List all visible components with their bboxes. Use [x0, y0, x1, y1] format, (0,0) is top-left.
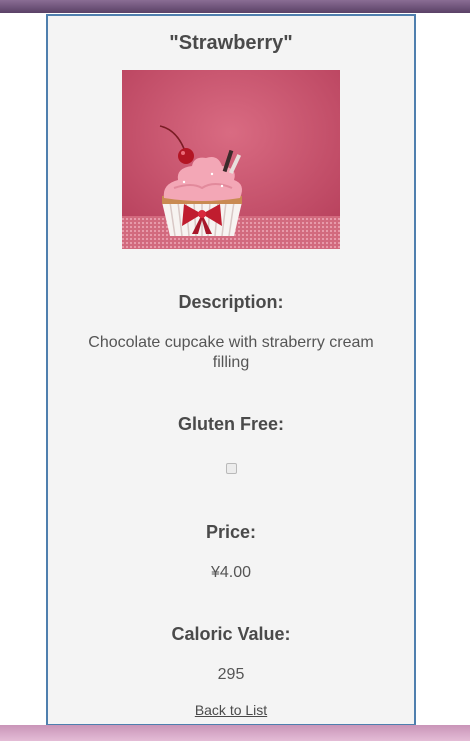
top-bar — [0, 0, 470, 13]
description-label: Description: — [178, 292, 284, 312]
bottom-bar — [0, 725, 470, 741]
caloric-value: 295 — [217, 666, 245, 683]
description-text: Chocolate cupcake with straberry cream f… — [88, 334, 374, 371]
gluten-free-checkbox[interactable] — [226, 463, 237, 474]
product-image — [122, 70, 340, 249]
product-title: "Strawberry" — [169, 32, 293, 54]
price-label: Price: — [205, 522, 257, 542]
gluten-free-label: Gluten Free: — [177, 414, 284, 434]
product-details-card: "Strawberry" Description: Chocolate cupc… — [46, 14, 416, 726]
price-value: ¥4.00 — [210, 564, 252, 581]
back-to-list-link[interactable]: Back to List — [48, 702, 414, 718]
caloric-value-label: Caloric Value: — [171, 624, 291, 644]
